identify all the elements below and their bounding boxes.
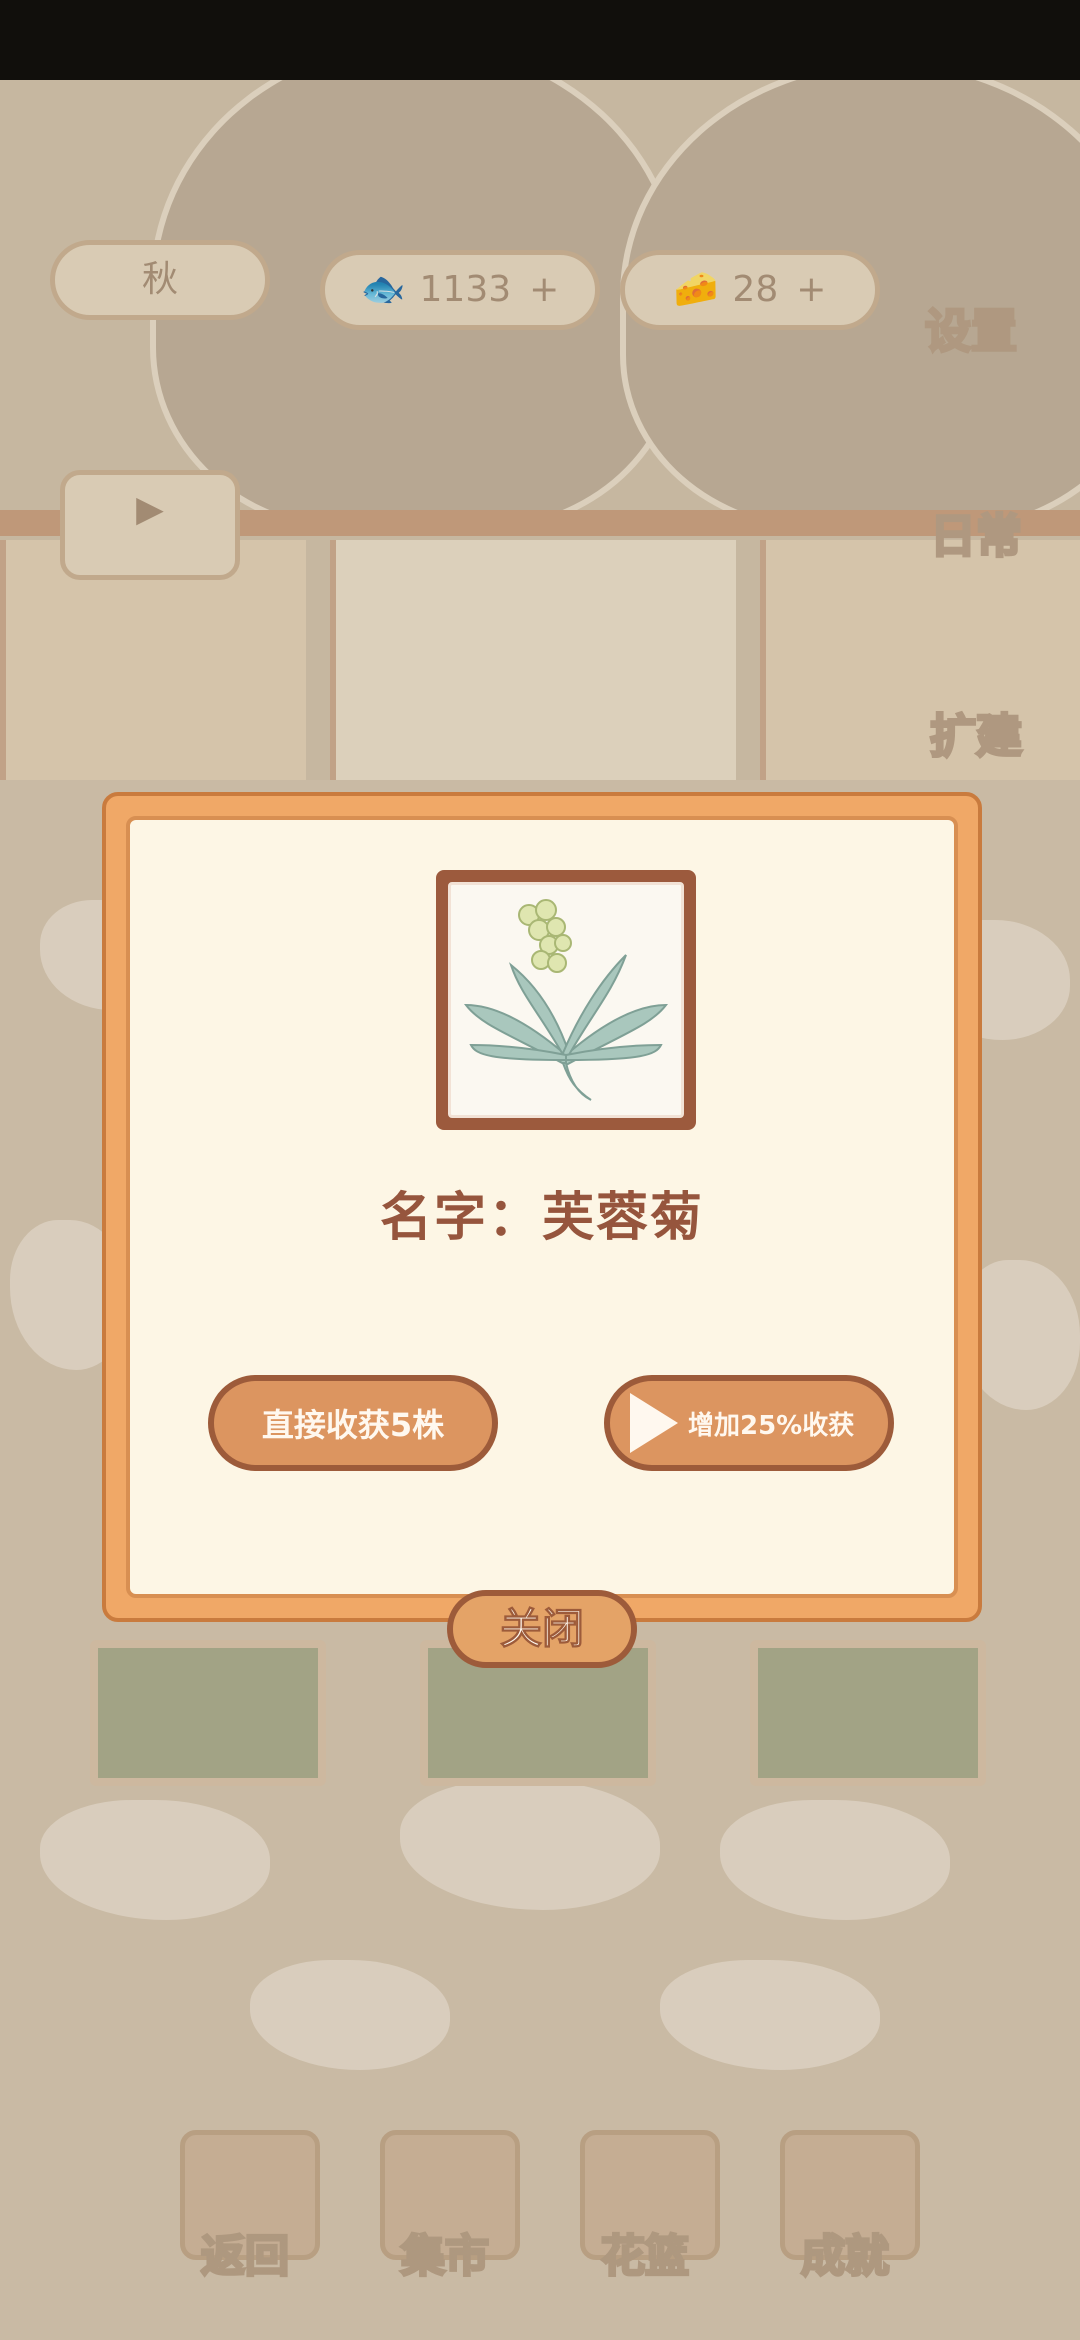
watch-ad-bonus-button[interactable]: 增加25%收获 — [604, 1375, 894, 1471]
plant-icon — [463, 899, 669, 1101]
watch-ad-bonus-label: 增加25%收获 — [688, 1410, 855, 1441]
plant-image — [448, 882, 684, 1118]
close-button[interactable]: 关闭 — [447, 1590, 637, 1668]
plant-image-frame — [436, 870, 696, 1130]
plant-info-dialog: 名字：芙蓉菊 直接收获5株 增加25%收获 — [102, 792, 982, 1622]
harvest-now-label: 直接收获5株 — [261, 1406, 445, 1444]
dialog-panel: 名字：芙蓉菊 直接收获5株 增加25%收获 — [126, 816, 958, 1598]
plant-name: 名字：芙蓉菊 — [379, 1188, 704, 1248]
harvest-now-button[interactable]: 直接收获5株 — [208, 1375, 498, 1471]
play-video-icon — [630, 1393, 678, 1453]
